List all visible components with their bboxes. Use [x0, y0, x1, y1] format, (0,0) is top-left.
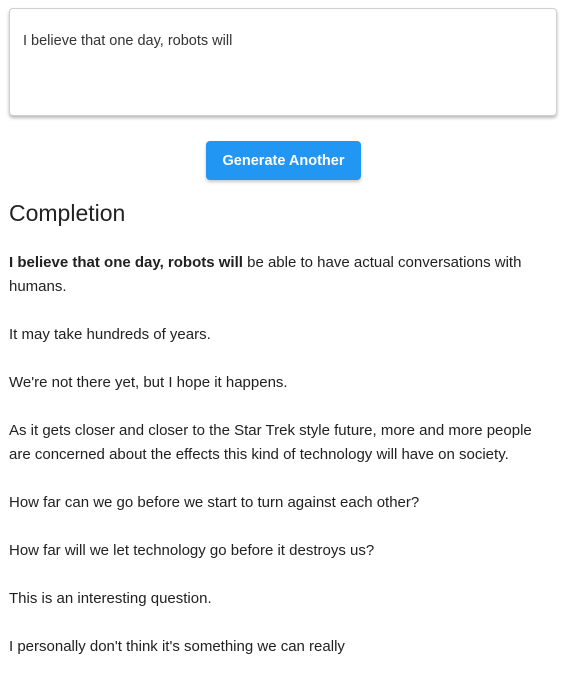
completion-paragraph: I believe that one day, robots will be a… — [9, 251, 557, 299]
completion-paragraph: It may take hundreds of years. — [9, 326, 211, 343]
completion-paragraph: As it gets closer and closer to the Star… — [9, 422, 532, 463]
prompt-text: I believe that one day, robots will — [23, 33, 233, 49]
completion-paragraph: How far can we go before we start to tur… — [9, 494, 420, 511]
prompt-echo: I believe that one day, robots will — [9, 254, 243, 271]
completion-paragraph: I personally don't think it's something … — [9, 638, 345, 655]
completion-paragraph: This is an interesting question. — [9, 590, 212, 607]
completion-text: I believe that one day, robots will be a… — [9, 251, 557, 683]
prompt-input[interactable]: I believe that one day, robots will — [9, 8, 557, 116]
completion-paragraph: How far will we let technology go before… — [9, 542, 375, 559]
completion-heading: Completion — [9, 200, 126, 226]
generate-another-button[interactable]: Generate Another — [206, 141, 361, 180]
completion-paragraph: We're not there yet, but I hope it happe… — [9, 374, 288, 391]
